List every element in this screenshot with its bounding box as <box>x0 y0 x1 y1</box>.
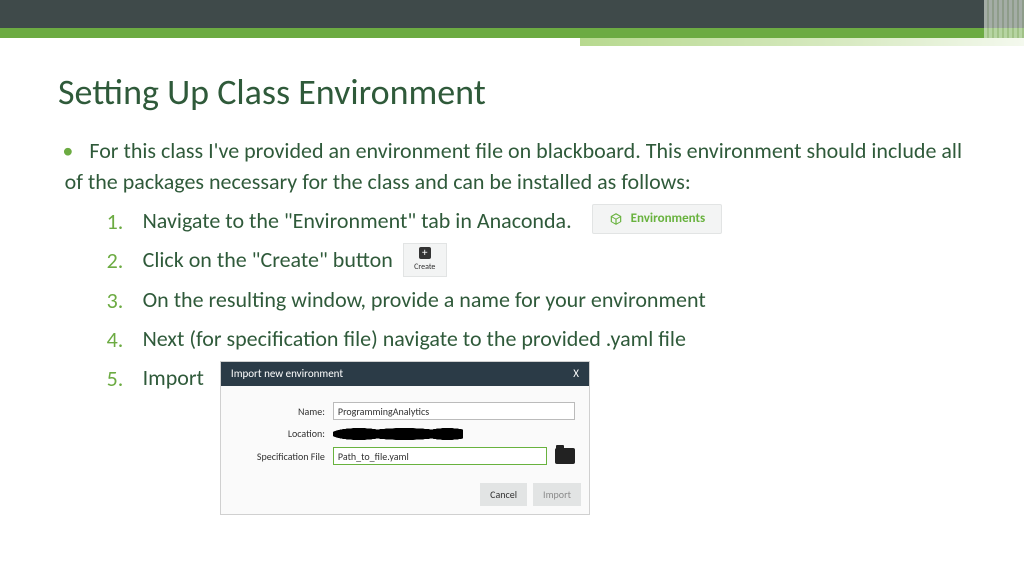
dialog-actions: Cancel Import <box>221 477 589 514</box>
environments-tab-screenshot: Environments <box>592 204 723 234</box>
environments-tab-label: Environments <box>631 209 706 229</box>
step-4: Next (for specification file) navigate t… <box>143 322 984 355</box>
import-button: Import <box>533 483 581 506</box>
slide-content: Setting Up Class Environment For this cl… <box>58 70 984 521</box>
location-row: Location: <box>235 426 575 441</box>
banner-green <box>0 28 1024 38</box>
location-label: Location: <box>235 426 325 441</box>
dialog-title: Import new environment <box>231 366 343 383</box>
dialog-titlebar: Import new environment X <box>221 362 589 387</box>
step-1-text: Navigate to the "Environment" tab in Ana… <box>143 204 572 237</box>
dialog-body: Name: ProgrammingAnalytics Location: Spe… <box>221 386 589 477</box>
banner-dark <box>0 0 1024 28</box>
plus-icon: + <box>419 247 431 259</box>
location-redacted <box>333 428 463 440</box>
step-2: Click on the "Create" button + Create <box>143 243 984 277</box>
page-title: Setting Up Class Environment <box>58 70 984 114</box>
folder-icon <box>555 448 575 464</box>
cube-icon <box>609 212 623 226</box>
step-3-text: On the resulting window, provide a name … <box>143 283 706 316</box>
banner-texture <box>984 0 1024 38</box>
name-field: ProgrammingAnalytics <box>333 402 575 420</box>
step-1: Navigate to the "Environment" tab in Ana… <box>143 204 984 237</box>
create-button-screenshot: + Create <box>403 243 447 277</box>
cancel-button: Cancel <box>480 483 527 506</box>
create-label: Create <box>414 261 435 273</box>
banner-light <box>580 38 1024 46</box>
name-label: Name: <box>235 404 325 419</box>
spec-label: Specification File <box>235 449 325 464</box>
step-5-text: Import <box>143 361 204 394</box>
spec-row: Specification File Path_to_file.yaml <box>235 447 575 465</box>
bullet-list: For this class I've provided an environm… <box>58 136 984 515</box>
step-5: Import Import new environment X Name: Pr… <box>143 361 984 516</box>
step-3: On the resulting window, provide a name … <box>143 283 984 316</box>
close-icon: X <box>573 366 579 383</box>
name-row: Name: ProgrammingAnalytics <box>235 402 575 420</box>
intro-text: For this class I've provided an environm… <box>65 137 962 195</box>
intro-bullet: For this class I've provided an environm… <box>58 136 984 515</box>
spec-field: Path_to_file.yaml <box>333 447 547 465</box>
step-4-text: Next (for specification file) navigate t… <box>143 322 686 355</box>
steps-list: Navigate to the "Environment" tab in Ana… <box>65 204 984 516</box>
step-2-text: Click on the "Create" button <box>143 243 393 276</box>
import-dialog-screenshot: Import new environment X Name: Programmi… <box>220 361 590 516</box>
